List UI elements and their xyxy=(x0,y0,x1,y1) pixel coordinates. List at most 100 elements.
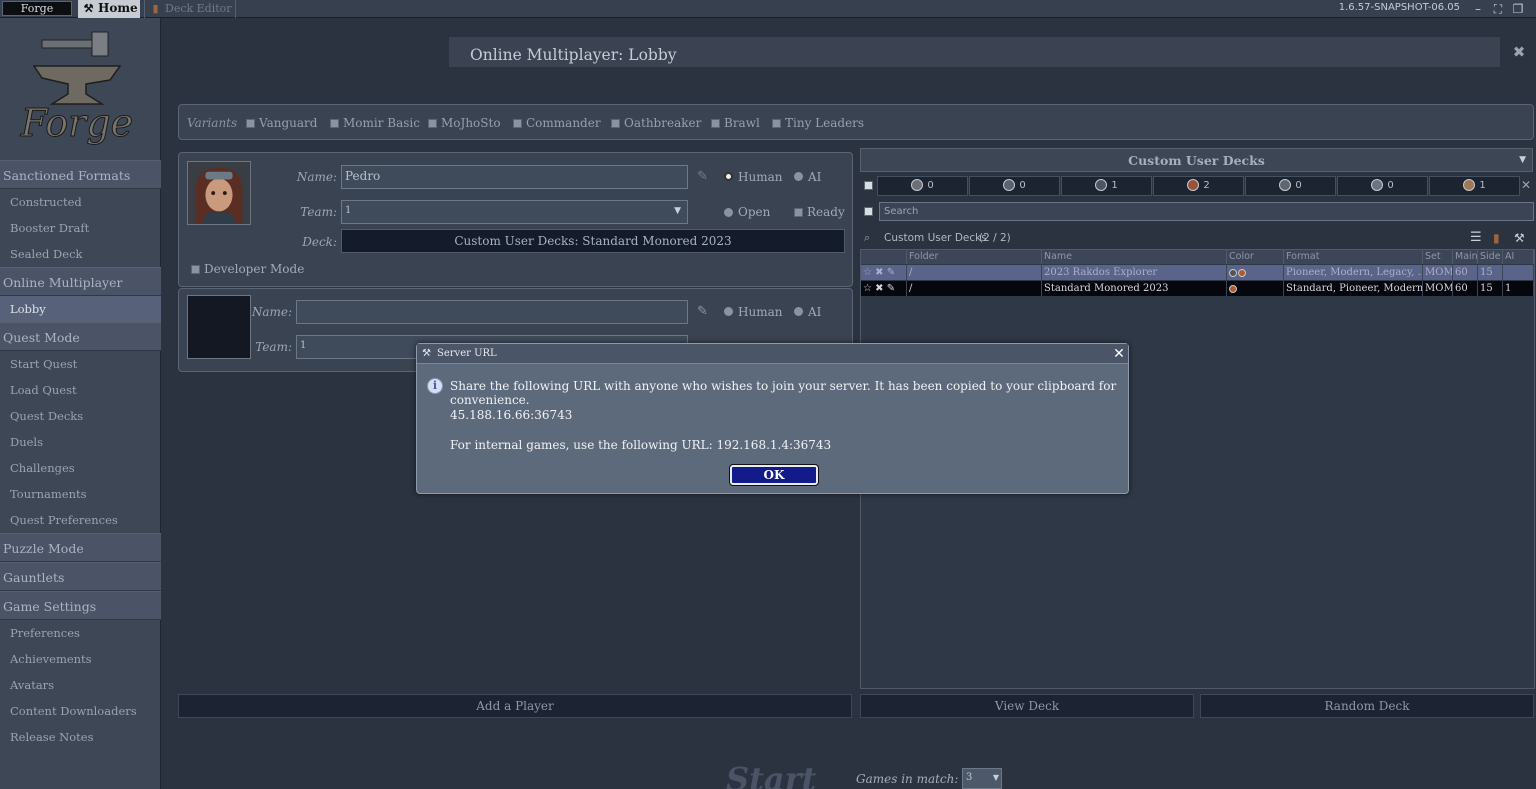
section-sanctioned-formats[interactable]: Sanctioned Formats xyxy=(0,160,161,189)
radio-open[interactable] xyxy=(724,208,733,217)
dialog-close-icon[interactable]: ✕ xyxy=(1111,346,1127,362)
col-folder[interactable]: Folder xyxy=(907,250,1042,264)
radio-human[interactable] xyxy=(724,307,733,316)
minimize-icon[interactable]: – xyxy=(1470,1,1486,17)
restore-icon[interactable]: ❐ xyxy=(1510,1,1526,17)
checkbox-tiny-leaders[interactable] xyxy=(772,119,781,128)
delete-icon[interactable]: ✖ xyxy=(875,267,883,278)
variant-mojhosto[interactable]: MoJhoSto xyxy=(441,116,501,130)
filter-white[interactable]: 0 xyxy=(877,176,968,196)
col-format[interactable]: Format xyxy=(1284,250,1423,264)
ok-button[interactable]: OK xyxy=(729,464,819,486)
edit-icon[interactable]: ✎ xyxy=(887,267,895,278)
sidebar-item-constructed[interactable]: Constructed xyxy=(0,189,161,215)
checkbox-brawl[interactable] xyxy=(711,119,720,128)
checkbox-search-filter[interactable] xyxy=(864,207,873,216)
player-1-avatar[interactable] xyxy=(187,161,251,225)
section-online-multiplayer[interactable]: Online Multiplayer xyxy=(0,267,161,296)
close-icon[interactable]: ✖ xyxy=(1511,44,1527,60)
svg-text:Forge: Forge xyxy=(20,101,133,145)
filter-red[interactable]: 2 xyxy=(1153,176,1244,196)
sidebar-item-quest-preferences[interactable]: Quest Preferences xyxy=(0,507,161,533)
open-label: Open xyxy=(738,205,771,219)
col-ai[interactable]: AI xyxy=(1503,250,1534,264)
sidebar-item-booster-draft[interactable]: Booster Draft xyxy=(0,215,161,241)
anvil-icon: ⚒ xyxy=(83,2,94,15)
checkbox-commander[interactable] xyxy=(513,119,522,128)
forge-menu-button[interactable]: Forge xyxy=(2,1,72,16)
edit-icon[interactable]: ✎ xyxy=(887,283,895,294)
checkbox-developer-mode[interactable] xyxy=(191,265,200,274)
variants-label: Variants xyxy=(187,116,238,130)
sidebar-item-lobby[interactable]: Lobby xyxy=(0,296,161,322)
filter-multicolor[interactable]: 1 xyxy=(1429,176,1520,196)
random-deck-button[interactable]: Random Deck xyxy=(1200,694,1534,718)
pencil-icon[interactable]: ✎ xyxy=(697,169,708,184)
player-1-name-input[interactable]: Pedro xyxy=(341,165,688,189)
col-main[interactable]: Main xyxy=(1453,250,1478,264)
player-2-name-input[interactable] xyxy=(296,300,688,324)
checkbox-ready[interactable] xyxy=(794,208,803,217)
games-in-match-label: Games in match: xyxy=(856,772,959,786)
col-side[interactable]: Side xyxy=(1478,250,1503,264)
start-button[interactable]: Start xyxy=(726,760,826,789)
tab-home[interactable]: ⚒ Home xyxy=(78,0,140,18)
radio-ai[interactable] xyxy=(794,307,803,316)
cell-side: 15 xyxy=(1478,265,1503,280)
filter-colorless[interactable]: 0 xyxy=(1337,176,1428,196)
sidebar-item-tournaments[interactable]: Tournaments xyxy=(0,481,161,507)
deck-view-icon[interactable]: ▮ xyxy=(1493,228,1500,248)
player-1-team-select[interactable]: 1 ▼ xyxy=(341,200,688,224)
tab-deck-editor[interactable]: ▮ Deck Editor xyxy=(144,0,236,18)
filter-green[interactable]: 0 xyxy=(1245,176,1336,196)
radio-human[interactable] xyxy=(724,172,733,181)
fullscreen-icon[interactable]: ⛶ xyxy=(1490,1,1506,17)
tools-icon[interactable]: ⚒ xyxy=(1514,228,1525,248)
section-gauntlets[interactable]: Gauntlets xyxy=(0,562,161,591)
col-name[interactable]: Name xyxy=(1042,250,1227,264)
filter-blue[interactable]: 0 xyxy=(969,176,1060,196)
view-deck-button[interactable]: View Deck xyxy=(860,694,1194,718)
filter-black[interactable]: 1 xyxy=(1061,176,1152,196)
games-in-match-select[interactable]: 3 ▼ xyxy=(962,768,1002,789)
sidebar-item-load-quest[interactable]: Load Quest xyxy=(0,377,161,403)
add-player-button[interactable]: Add a Player xyxy=(178,694,852,718)
variant-commander[interactable]: Commander xyxy=(526,116,601,130)
deck-select-button[interactable]: Custom User Decks: Standard Monored 2023 xyxy=(341,229,845,253)
checkbox-oathbreaker[interactable] xyxy=(611,119,620,128)
sidebar-item-release-notes[interactable]: Release Notes xyxy=(0,724,161,750)
checkbox-vanguard[interactable] xyxy=(246,119,255,128)
checkbox-mojhosto[interactable] xyxy=(428,119,437,128)
pencil-icon[interactable]: ✎ xyxy=(697,304,708,319)
col-color[interactable]: Color xyxy=(1227,250,1284,264)
search-input[interactable]: Search xyxy=(879,202,1534,221)
sidebar-item-content-downloaders[interactable]: Content Downloaders xyxy=(0,698,161,724)
section-puzzle-mode[interactable]: Puzzle Mode xyxy=(0,533,161,562)
sidebar-item-sealed-deck[interactable]: Sealed Deck xyxy=(0,241,161,267)
checkbox-momir-basic[interactable] xyxy=(330,119,339,128)
radio-ai[interactable] xyxy=(794,172,803,181)
star-icon[interactable]: ☆ xyxy=(863,283,872,294)
variant-oathbreaker[interactable]: Oathbreaker xyxy=(624,116,701,130)
delete-icon[interactable]: ✖ xyxy=(875,283,883,294)
variant-vanguard[interactable]: Vanguard xyxy=(259,116,317,130)
sidebar-item-avatars[interactable]: Avatars xyxy=(0,672,161,698)
variant-momir-basic[interactable]: Momir Basic xyxy=(343,116,420,130)
sidebar-item-preferences[interactable]: Preferences xyxy=(0,620,161,646)
sidebar-item-challenges[interactable]: Challenges xyxy=(0,455,161,481)
sidebar-item-quest-decks[interactable]: Quest Decks xyxy=(0,403,161,429)
variant-tiny-leaders[interactable]: Tiny Leaders xyxy=(785,116,864,130)
section-quest-mode[interactable]: Quest Mode xyxy=(0,322,161,351)
variant-brawl[interactable]: Brawl xyxy=(724,116,760,130)
sidebar-item-duels[interactable]: Duels xyxy=(0,429,161,455)
section-game-settings[interactable]: Game Settings xyxy=(0,591,161,620)
clear-filter-icon[interactable]: ✕ xyxy=(1521,178,1531,192)
sidebar-item-achievements[interactable]: Achievements xyxy=(0,646,161,672)
sidebar-item-start-quest[interactable]: Start Quest xyxy=(0,351,161,377)
col-set[interactable]: Set xyxy=(1423,250,1453,264)
star-icon[interactable]: ☆ xyxy=(863,267,872,278)
name-label: Name: xyxy=(296,170,337,184)
deck-category-select[interactable]: Custom User Decks ▼ xyxy=(860,148,1533,172)
list-view-icon[interactable]: ☰ xyxy=(1470,228,1482,248)
checkbox-color-filter[interactable] xyxy=(864,181,873,190)
